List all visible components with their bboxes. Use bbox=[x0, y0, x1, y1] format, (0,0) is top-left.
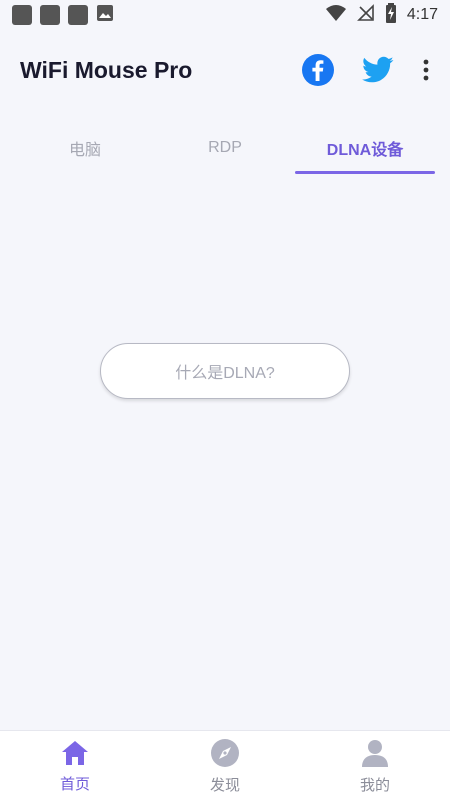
nav-item-home[interactable]: 首页 bbox=[0, 731, 150, 801]
dlna-info-wrap: 什么是DLNA? bbox=[100, 343, 350, 399]
facebook-icon[interactable] bbox=[302, 54, 334, 86]
home-icon bbox=[60, 739, 90, 771]
device-tabs: 电脑 RDP DLNA设备 bbox=[15, 120, 435, 176]
status-time: 4:17 bbox=[406, 6, 438, 23]
what-is-dlna-button[interactable]: 什么是DLNA? bbox=[100, 343, 350, 399]
image-icon bbox=[96, 4, 114, 26]
more-vert-icon[interactable] bbox=[422, 58, 430, 82]
tab-rdp[interactable]: RDP bbox=[155, 120, 295, 176]
notification-icon bbox=[12, 5, 32, 25]
compass-icon bbox=[210, 738, 240, 772]
tab-dlna[interactable]: DLNA设备 bbox=[295, 120, 435, 176]
status-bar: 4:17 bbox=[0, 0, 450, 30]
twitter-icon[interactable] bbox=[362, 56, 394, 84]
app-title: WiFi Mouse Pro bbox=[20, 56, 193, 83]
nav-label-me: 我的 bbox=[359, 775, 390, 794]
no-signal-icon bbox=[356, 4, 375, 26]
wifi-icon bbox=[325, 4, 347, 26]
notification-icon bbox=[68, 5, 88, 25]
nav-label-discover: 发现 bbox=[209, 775, 240, 794]
app-actions bbox=[302, 54, 430, 86]
battery-charging-icon bbox=[385, 3, 397, 27]
status-notifications bbox=[12, 4, 114, 26]
nav-label-home: 首页 bbox=[59, 774, 90, 793]
bottom-nav: 首页 发现 我的 bbox=[0, 730, 450, 801]
app-bar: WiFi Mouse Pro bbox=[0, 40, 450, 100]
person-icon bbox=[360, 738, 390, 772]
notification-icon bbox=[40, 5, 60, 25]
nav-item-discover[interactable]: 发现 bbox=[150, 731, 300, 801]
nav-item-me[interactable]: 我的 bbox=[300, 731, 450, 801]
tab-computer[interactable]: 电脑 bbox=[15, 120, 155, 176]
status-system: 4:17 bbox=[325, 3, 438, 27]
